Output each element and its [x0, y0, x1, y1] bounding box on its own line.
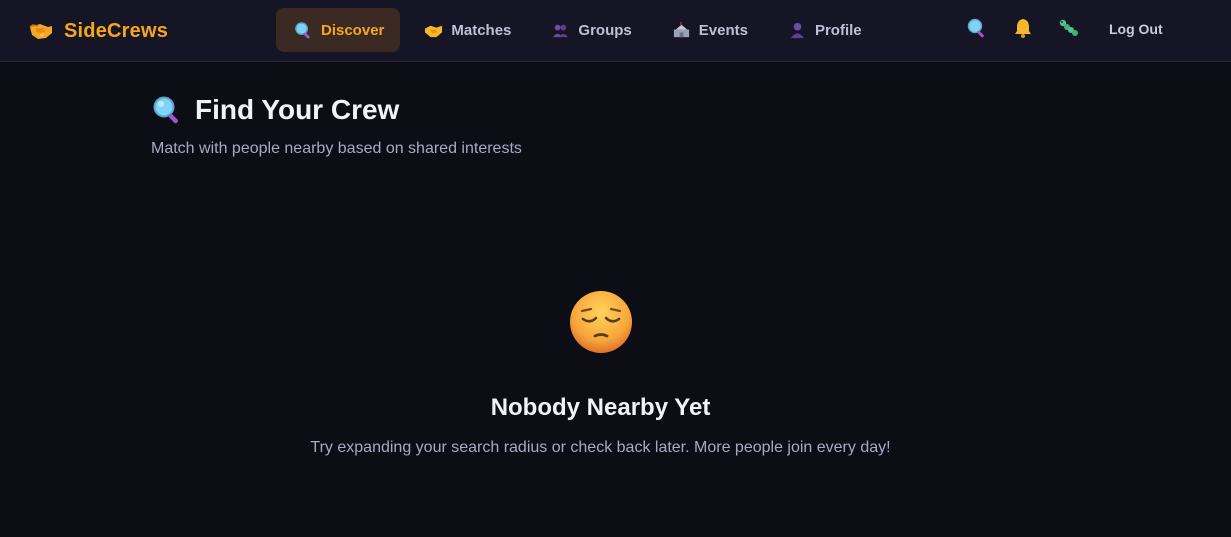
nav-label-events: Events [698, 21, 748, 39]
empty-state-title: Nobody Nearby Yet [490, 394, 711, 421]
bell-icon[interactable] [1012, 17, 1034, 39]
nav-label-matches: Matches [451, 21, 512, 39]
nav-item-matches[interactable]: Matches [406, 8, 527, 52]
nav-item-groups[interactable]: Groups [533, 8, 647, 52]
magnifier-icon [295, 21, 310, 39]
page-header: Find Your Crew Match with people nearby … [151, 94, 522, 158]
nav-item-discover[interactable]: Discover [276, 8, 401, 52]
person-icon [790, 22, 805, 38]
nav-label-groups: Groups [578, 21, 632, 39]
empty-state-message: Try expanding your search radius or chec… [310, 439, 891, 456]
top-navigation-bar: SideCrews Discover Matches Groups Events… [0, 0, 1231, 62]
title-row: Find Your Crew [151, 94, 522, 126]
nav-item-profile[interactable]: Profile [770, 8, 878, 52]
nav-label-profile: Profile [814, 21, 862, 39]
main-nav: Discover Matches Groups Events Profile [276, 8, 884, 52]
empty-state: Nobody Nearby Yet Try expanding your sea… [0, 288, 1201, 457]
nav-label-discover: Discover [321, 21, 385, 39]
page-title: Find Your Crew [195, 94, 400, 125]
magnifier-icon [153, 96, 178, 124]
nav-item-events[interactable]: Events [654, 8, 764, 52]
caterpillar-icon[interactable] [1058, 17, 1080, 39]
pensive-face-icon [569, 291, 632, 353]
handshake-icon [425, 25, 443, 37]
page-subtitle: Match with people nearby based on shared… [151, 140, 522, 157]
people-icon [553, 24, 569, 37]
header-actions [966, 17, 1104, 39]
brand-name: SideCrews [64, 19, 169, 42]
handshake-fist-icon [29, 24, 52, 39]
logout-button[interactable]: Log Out [1109, 21, 1163, 37]
brand-logo[interactable]: SideCrews [28, 16, 168, 46]
stadium-icon [673, 21, 689, 37]
search-icon[interactable] [966, 17, 988, 39]
